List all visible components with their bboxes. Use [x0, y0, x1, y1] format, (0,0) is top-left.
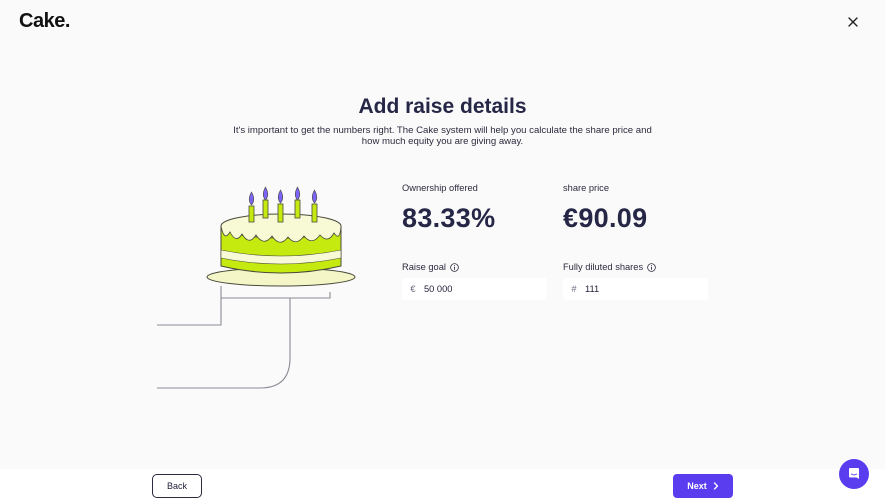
info-icon[interactable]: [647, 262, 656, 272]
cake-logo: Cake.: [19, 10, 70, 32]
fully-diluted-shares-label-text: Fully diluted shares: [563, 262, 644, 272]
fully-diluted-shares-field[interactable]: #: [563, 278, 708, 300]
hash-prefix: #: [571, 284, 577, 294]
raise-goal-input[interactable]: [424, 284, 534, 294]
fully-diluted-shares-label: Fully diluted shares: [563, 262, 656, 272]
page-title: Add raise details: [358, 95, 527, 118]
raise-goal-label: Raise goal: [402, 262, 459, 272]
raise-goal-field[interactable]: €: [402, 278, 547, 300]
page-subtitle: It's important to get the numbers right.…: [233, 125, 652, 147]
share-price-value: €90.09: [563, 203, 648, 233]
footer-bar: [0, 469, 885, 502]
euro-prefix: €: [410, 284, 416, 294]
info-icon[interactable]: [450, 262, 459, 272]
chat-launcher-button[interactable]: [839, 459, 869, 489]
cake-illustration: [157, 186, 356, 389]
close-icon: [848, 17, 858, 27]
next-button[interactable]: Next: [673, 474, 733, 498]
raise-goal-label-text: Raise goal: [402, 262, 446, 272]
share-price-label-text: share price: [563, 183, 609, 193]
chevron-right-icon: [713, 482, 718, 490]
share-price-label: share price: [563, 183, 609, 193]
close-button[interactable]: [843, 12, 863, 32]
ownership-offered-label-text: Ownership offered: [402, 183, 478, 193]
ownership-offered-value: 83.33%: [402, 203, 496, 233]
next-button-label: Next: [687, 481, 707, 491]
ownership-offered-label: Ownership offered: [402, 183, 478, 193]
chat-icon: [849, 468, 859, 479]
back-button[interactable]: Back: [152, 474, 202, 498]
fully-diluted-shares-input[interactable]: [585, 284, 695, 294]
